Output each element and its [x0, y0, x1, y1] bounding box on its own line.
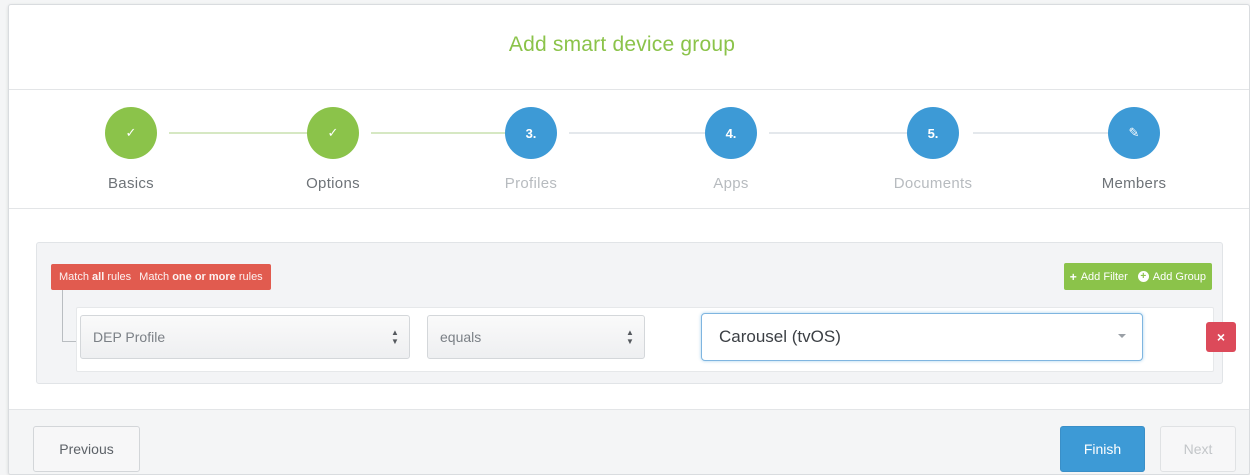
- close-icon: ×: [1216, 329, 1226, 345]
- check-icon: ✓: [105, 107, 157, 159]
- add-filter-button[interactable]: + Add Filter: [1070, 270, 1128, 284]
- field-select[interactable]: DEP Profile ▲ ▼: [80, 315, 410, 359]
- step-members[interactable]: ✎ Members: [1054, 90, 1214, 192]
- select-arrows-icon: ▲ ▼: [391, 328, 399, 346]
- tree-connector: [62, 290, 77, 342]
- step-label: Documents: [893, 175, 973, 192]
- finish-button[interactable]: Finish: [1060, 426, 1145, 472]
- step-number-badge: 5.: [907, 107, 959, 159]
- step-documents[interactable]: 5. Documents: [853, 90, 1013, 192]
- wizard-stepper: ✓ Basics ✓ Options 3. Profiles 4. Apps 5…: [9, 90, 1249, 209]
- step-label: Basics: [108, 175, 154, 192]
- step-basics[interactable]: ✓ Basics: [51, 90, 211, 192]
- plus-icon: +: [1069, 269, 1077, 284]
- next-button[interactable]: Next: [1160, 426, 1236, 472]
- step-label: Members: [1101, 175, 1167, 192]
- plus-circle-icon: +: [1137, 271, 1149, 282]
- criteria-combobox[interactable]: Carousel (tvOS): [701, 313, 1143, 361]
- step-number-badge: 3.: [505, 107, 557, 159]
- add-smart-device-group-dialog: Add smart device group ✓ Basics ✓ Option…: [8, 4, 1250, 475]
- dialog-footer: Previous Finish Next: [9, 409, 1249, 474]
- step-apps[interactable]: 4. Apps: [651, 90, 811, 192]
- operator-select[interactable]: equals ▲ ▼: [427, 315, 645, 359]
- check-icon: ✓: [307, 107, 359, 159]
- select-arrows-icon: ▲ ▼: [626, 328, 634, 346]
- step-profiles[interactable]: 3. Profiles: [451, 90, 611, 192]
- add-group-button[interactable]: + Add Group: [1137, 271, 1206, 283]
- filter-actions: + Add Filter + Add Group: [1063, 263, 1212, 290]
- chevron-down-icon: [1118, 334, 1126, 338]
- match-all-option[interactable]: Match all rules: [59, 271, 131, 283]
- previous-button[interactable]: Previous: [33, 426, 140, 472]
- step-options[interactable]: ✓ Options: [253, 90, 413, 192]
- match-one-or-more-option[interactable]: Match one or more rules: [139, 271, 263, 283]
- match-mode-toggle: Match all rules Match one or more rules: [51, 264, 271, 290]
- filter-rule-row: DEP Profile ▲ ▼ equals ▲ ▼ Carousel (tvOS)…: [76, 307, 1236, 372]
- remove-rule-button[interactable]: ×: [1206, 322, 1236, 352]
- step-label: Options: [306, 175, 360, 192]
- step-number-badge: 4.: [705, 107, 757, 159]
- rule-group-panel: Match all rules Match one or more rules …: [36, 242, 1236, 384]
- step-label: Profiles: [504, 175, 558, 192]
- rules-section: Match all rules Match one or more rules …: [9, 209, 1249, 408]
- pencil-icon: ✎: [1108, 107, 1160, 159]
- step-label: Apps: [713, 175, 749, 192]
- dialog-header: Add smart device group: [9, 5, 1249, 90]
- dialog-title: Add smart device group: [508, 33, 736, 56]
